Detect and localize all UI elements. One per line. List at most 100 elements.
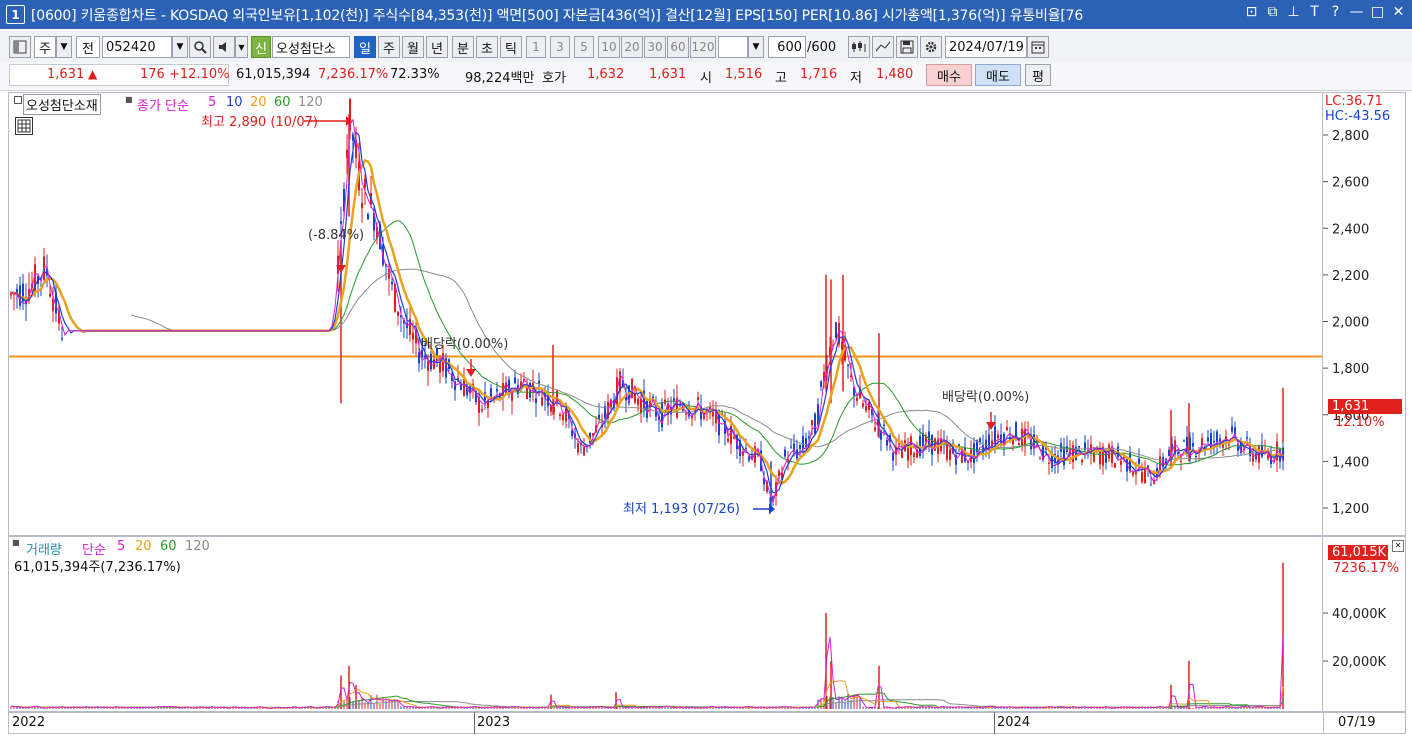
price-axis-label: 2,000 [1332,316,1369,331]
period-month[interactable]: 월 [402,36,424,58]
period-week[interactable]: 주 [378,36,400,58]
stock-code-input[interactable]: 052420 [102,36,172,58]
date-input[interactable]: 2024/07/19 [945,36,1027,58]
candle-body [1006,427,1008,431]
candle-body [685,413,687,415]
font-icon[interactable]: T [1307,4,1322,20]
market-type-select[interactable]: 주 [34,36,56,58]
candle-body [340,221,342,224]
volume-chart[interactable] [9,537,1322,711]
candle-body [865,405,867,411]
ma120-label[interactable]: 120 [298,95,323,110]
sell-button[interactable]: 매도 [975,64,1021,86]
volume-ma5-label[interactable]: 5 [117,539,125,554]
price-chart-panel[interactable] [8,92,1323,536]
candle-type-icon[interactable] [848,36,870,58]
candle-body [391,281,393,285]
volume-ma120-label[interactable]: 120 [185,539,210,554]
pyeong-button[interactable]: 평 [1025,64,1051,86]
volume-chart-panel[interactable] [8,536,1323,712]
volume-pct: 7,236.17% [318,67,389,82]
gear-icon[interactable] [920,36,942,58]
candle-body [1183,440,1185,442]
candle-body [1195,456,1197,458]
price-axis-label: 2,400 [1332,222,1369,237]
candle-body [856,397,858,401]
candle-body [346,149,348,158]
candle-body [874,427,876,431]
candle-body [427,361,429,371]
volume-panel-close-icon[interactable]: ✕ [1392,540,1404,552]
restore-icon[interactable]: ⊡ [1244,4,1259,20]
stock-name-field[interactable]: 오성첨단소 [272,36,350,58]
candle-body [673,398,675,401]
maximize-icon[interactable]: □ [1370,4,1385,20]
interval-120[interactable]: 120 [690,36,716,58]
volume-axis-label: 40,000K [1332,607,1386,622]
period-second[interactable]: 초 [476,36,498,58]
candle-body [1114,463,1116,468]
new-badge[interactable]: 신 [251,36,271,58]
low-price: 1,480 [876,67,914,82]
candle-body [1141,471,1143,482]
window-number[interactable]: 1 [6,5,25,24]
ma60-label[interactable]: 60 [274,95,291,110]
volume-ma60-label[interactable]: 60 [160,539,177,554]
minimize-icon[interactable]: — [1349,4,1364,20]
volume-ma20-label[interactable]: 20 [135,539,152,554]
candle-body [901,451,903,458]
stock-tag[interactable]: 오성첨단소재 [23,94,101,115]
custom-interval-input[interactable] [718,36,748,58]
ma5-label[interactable]: 5 [208,95,216,110]
pin-icon[interactable]: ⊥ [1286,4,1301,20]
jeon-button[interactable]: 전 [76,36,100,58]
interval-3[interactable]: 3 [550,36,570,58]
interval-20[interactable]: 20 [621,36,643,58]
help-icon[interactable]: ? [1328,4,1343,20]
period-year[interactable]: 년 [426,36,448,58]
ma20-label[interactable]: 20 [250,95,267,110]
current-price-pct: 12.10% [1335,415,1385,430]
period-minute[interactable]: 분 [452,36,474,58]
table-icon[interactable] [15,117,33,135]
save-icon[interactable] [896,36,918,58]
ma10-label[interactable]: 10 [226,95,243,110]
price-axis: 2,800 2,600 2,400 2,200 2,000 1,800 1,600 1,400… [1323,92,1406,536]
speaker-icon[interactable] [213,36,235,58]
interval-dropdown-icon[interactable]: ▼ [748,36,764,58]
trend-tool-icon[interactable] [872,36,894,58]
search-icon[interactable] [189,36,211,58]
buy-button[interactable]: 매수 [926,64,972,86]
ma-label[interactable]: 종가 단순 [137,95,189,114]
close-icon[interactable]: ✕ [1391,4,1406,20]
candle-body [1063,446,1065,466]
candle-body [1180,460,1182,462]
date-2022: 2022 [12,715,46,730]
candle-body [907,446,909,461]
count-input[interactable]: 600 [768,36,806,58]
legend-box-icon [14,96,22,104]
interval-10[interactable]: 10 [598,36,620,58]
period-day[interactable]: 일 [354,36,376,58]
interval-30[interactable]: 30 [644,36,666,58]
period-tick[interactable]: 틱 [500,36,522,58]
speaker-dropdown-icon[interactable]: ▼ [235,36,248,58]
candle-body [535,398,537,403]
candle-body [973,443,975,464]
interval-60[interactable]: 60 [667,36,689,58]
candle-body [1039,458,1041,460]
tile-icon[interactable]: ⧉ [1265,4,1280,20]
interval-1[interactable]: 1 [526,36,546,58]
price-chart[interactable] [9,93,1322,535]
calendar-icon[interactable] [1027,36,1049,58]
interval-5[interactable]: 5 [574,36,594,58]
ma10-line [10,130,1284,494]
chevron-down-icon[interactable]: ▼ [56,36,72,58]
candle-body [1219,438,1221,442]
trade-amount: 98,224백만 [465,71,535,86]
layout-icon[interactable] [9,36,31,58]
code-dropdown-icon[interactable]: ▼ [172,36,188,58]
toolbar: 주 ▼ 전 052420 ▼ ▼ 신 오성첨단소 일 주 월 년 분 초 틱 1… [0,31,1412,63]
candle-body [1267,455,1269,459]
candle-body [883,424,885,426]
